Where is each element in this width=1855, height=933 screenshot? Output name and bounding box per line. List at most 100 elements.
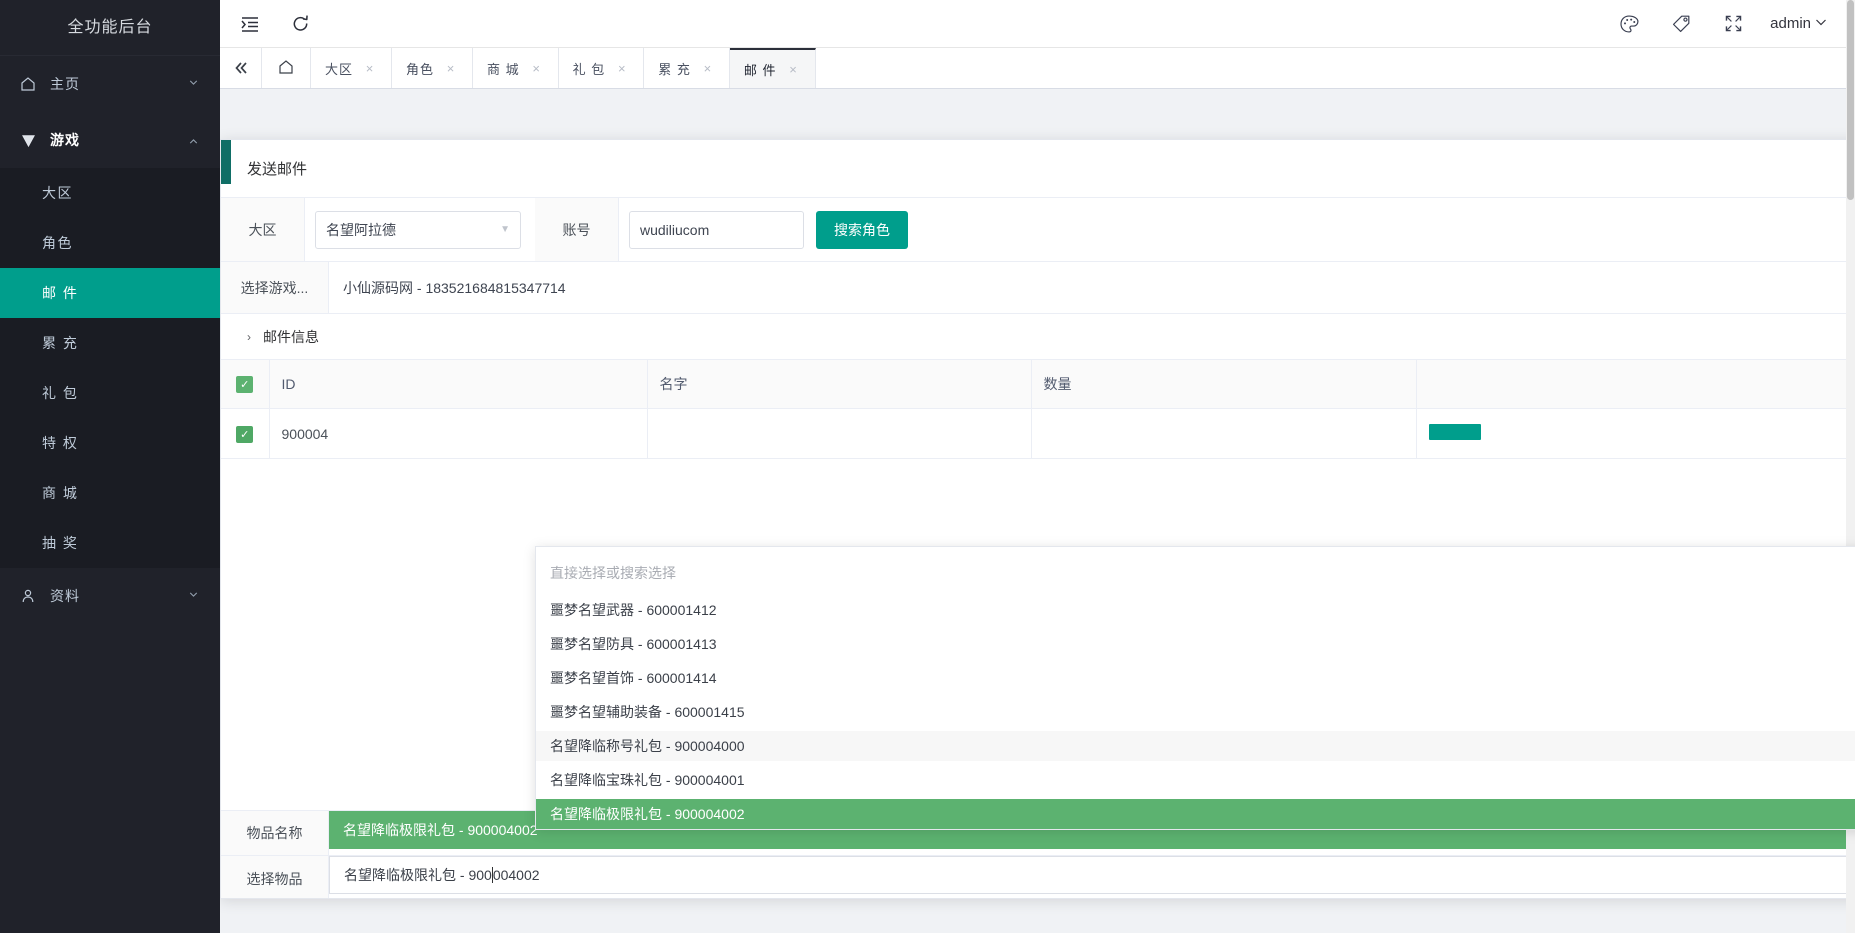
close-icon[interactable]: × [615, 61, 629, 76]
row-count [1031, 408, 1417, 459]
cell-account-input: wudiliucom 搜索角色 [619, 198, 908, 261]
user-menu[interactable]: admin [1770, 14, 1829, 34]
sidebar-item-juese[interactable]: 角色 [0, 218, 220, 268]
main-area: admin 大区 × 角色 × 商 城 × 礼 包 × 累 充 × 邮 件 × … [220, 0, 1855, 933]
dropdown-option-4[interactable]: 名望降临称号礼包 - 900004000 [536, 731, 1855, 761]
sidebar-item-choujiang[interactable]: 抽 奖 [0, 518, 220, 568]
close-icon[interactable]: × [444, 61, 458, 76]
dropdown-option-3[interactable]: 噩梦名望辅助装备 - 600001415 [536, 697, 1855, 727]
tab-daqu[interactable]: 大区 × [311, 48, 393, 88]
row-checkbox[interactable]: ✓ [236, 425, 254, 443]
table-header-row: ✓ ID 名字 数量 [221, 360, 1855, 409]
label-select-item: 选择物品 [221, 856, 329, 898]
label-item-name: 物品名称 [221, 811, 329, 855]
tab-youjian-label: 邮 件 [743, 62, 777, 78]
chevron-down-icon [187, 588, 200, 604]
palette-icon[interactable] [1614, 9, 1644, 39]
sidebar-item-leichong[interactable]: 累 充 [0, 318, 220, 368]
tab-juese[interactable]: 角色 × [392, 48, 474, 88]
tab-juese-label: 角色 [406, 61, 435, 77]
page-scrollbar-thumb[interactable] [1847, 0, 1854, 200]
item-select-value-after: 004002 [492, 867, 540, 883]
dropdown-hint: 直接选择或搜索选择 [550, 565, 676, 581]
refresh-icon[interactable] [280, 4, 320, 44]
table-header-checkbox-cell: ✓ [221, 360, 270, 409]
close-icon[interactable]: × [701, 61, 715, 76]
sidebar-group-profile[interactable]: 资料 [0, 568, 220, 624]
sidebar-group-home[interactable]: 主页 [0, 56, 220, 112]
form-row-game: 选择游戏... 小仙源码网 - 183521684815347714 [221, 262, 1855, 314]
app-root: 全功能后台 主页 游戏 大区 角色 邮 件 累 充 礼 包 特 权 商 城 抽 … [0, 0, 1855, 933]
account-input-value: wudiliucom [640, 221, 710, 238]
table-header-action [1416, 360, 1855, 409]
tab-home[interactable] [262, 48, 311, 88]
sidebar-group-game[interactable]: 游戏 [0, 112, 220, 168]
chevron-down-icon [187, 76, 200, 92]
chevron-right-icon: › [247, 329, 251, 344]
chevron-up-icon [187, 132, 200, 148]
row-action-button[interactable] [1428, 424, 1481, 440]
select-all-checkbox[interactable]: ✓ [236, 376, 254, 393]
dropdown-option-6[interactable]: 名望降临极限礼包 - 900004002 [536, 799, 1855, 829]
item-select-value-before: 名望降临极限礼包 - 900 [344, 867, 492, 883]
mail-info-collapse-label: 邮件信息 [263, 328, 319, 345]
form-row-region-account: 大区 名望阿拉德 ▼ 账号 wudiliucom 搜索角色 [221, 198, 1855, 262]
close-icon[interactable]: × [530, 61, 544, 76]
game-value: 小仙源码网 - 183521684815347714 [343, 279, 566, 296]
table-header-name: 名字 [647, 360, 1032, 409]
fullscreen-icon[interactable] [1718, 9, 1748, 39]
form-row-item-select: 选择物品 名望降临极限礼包 - 900 004002 [221, 856, 1855, 898]
double-chevron-left-icon[interactable] [220, 48, 262, 88]
close-icon[interactable]: × [363, 61, 377, 76]
menu-fold-icon[interactable] [230, 4, 270, 44]
tab-youjian[interactable]: 邮 件 × [729, 48, 816, 88]
tag-icon[interactable] [1666, 9, 1696, 39]
sidebar-group-game-label: 游戏 [50, 132, 80, 148]
table-header-id: ID [269, 360, 648, 409]
dialog-header: 发送邮件 [221, 140, 1855, 198]
region-select[interactable]: 名望阿拉德 ▼ [315, 210, 521, 249]
content-region: 发送邮件 大区 名望阿拉德 ▼ 账号 wudiliucom 搜索角色 选择游戏.… [220, 89, 1855, 933]
navbar: admin [220, 0, 1855, 48]
dialog-title: 发送邮件 [247, 161, 308, 178]
sidebar-item-youjian[interactable]: 邮 件 [0, 268, 220, 318]
dropdown-option-5[interactable]: 名望降临宝珠礼包 - 900004001 [536, 765, 1855, 795]
row-id: 900004 [269, 408, 648, 459]
label-region: 大区 [221, 198, 305, 261]
sidebar-item-libao[interactable]: 礼 包 [0, 368, 220, 418]
cell-region-select: 名望阿拉德 ▼ [305, 198, 521, 261]
items-table: ✓ ID 名字 数量 ✓ 900004 [221, 360, 1855, 459]
chevron-down-icon [1813, 14, 1829, 34]
tab-leichong[interactable]: 累 充 × [644, 48, 730, 88]
item-search-dropdown: 直接选择或搜索选择 噩梦名望武器 - 600001412 噩梦名望防具 - 60… [535, 546, 1855, 830]
mail-info-collapse[interactable]: › 邮件信息 [221, 314, 1855, 360]
sidebar-submenu-game: 大区 角色 邮 件 累 充 礼 包 特 权 商 城 抽 奖 [0, 168, 220, 568]
row-name [647, 408, 1032, 459]
sidebar-item-shangcheng[interactable]: 商 城 [0, 468, 220, 518]
close-icon[interactable]: × [787, 62, 801, 77]
sidebar-group-home-label: 主页 [50, 76, 80, 92]
send-mail-dialog: 发送邮件 大区 名望阿拉德 ▼ 账号 wudiliucom 搜索角色 选择游戏.… [220, 139, 1855, 899]
dialog-body: 大区 名望阿拉德 ▼ 账号 wudiliucom 搜索角色 选择游戏... 小仙… [221, 198, 1855, 898]
tab-libao[interactable]: 礼 包 × [558, 48, 645, 88]
account-input[interactable]: wudiliucom [629, 210, 804, 249]
dropdown-option-0[interactable]: 噩梦名望武器 - 600001412 [536, 595, 1855, 625]
sidebar-item-tequan[interactable]: 特 权 [0, 418, 220, 468]
row-checkbox-cell: ✓ [221, 408, 270, 459]
item-select-input[interactable]: 名望降临极限礼包 - 900 004002 [329, 856, 1855, 894]
dropdown-option-1[interactable]: 噩梦名望防具 - 600001413 [536, 629, 1855, 659]
tab-leichong-label: 累 充 [658, 61, 691, 77]
dropdown-option-2[interactable]: 噩梦名望首饰 - 600001414 [536, 663, 1855, 693]
table-row: ✓ 900004 [221, 408, 1855, 459]
tab-shangcheng[interactable]: 商 城 × [473, 48, 559, 88]
label-select-game: 选择游戏... [221, 262, 329, 313]
sidebar-group-profile-label: 资料 [50, 588, 80, 604]
tabs-bar: 大区 × 角色 × 商 城 × 礼 包 × 累 充 × 邮 件 × [220, 48, 1855, 89]
tab-libao-label: 礼 包 [572, 61, 606, 77]
diamond-icon [20, 132, 42, 149]
tab-shangcheng-label: 商 城 [487, 61, 520, 77]
sidebar-item-daqu[interactable]: 大区 [0, 168, 220, 218]
navbar-right: admin [1614, 9, 1841, 39]
sidebar-logo: 全功能后台 [0, 0, 220, 56]
search-role-button[interactable]: 搜索角色 [816, 210, 908, 249]
